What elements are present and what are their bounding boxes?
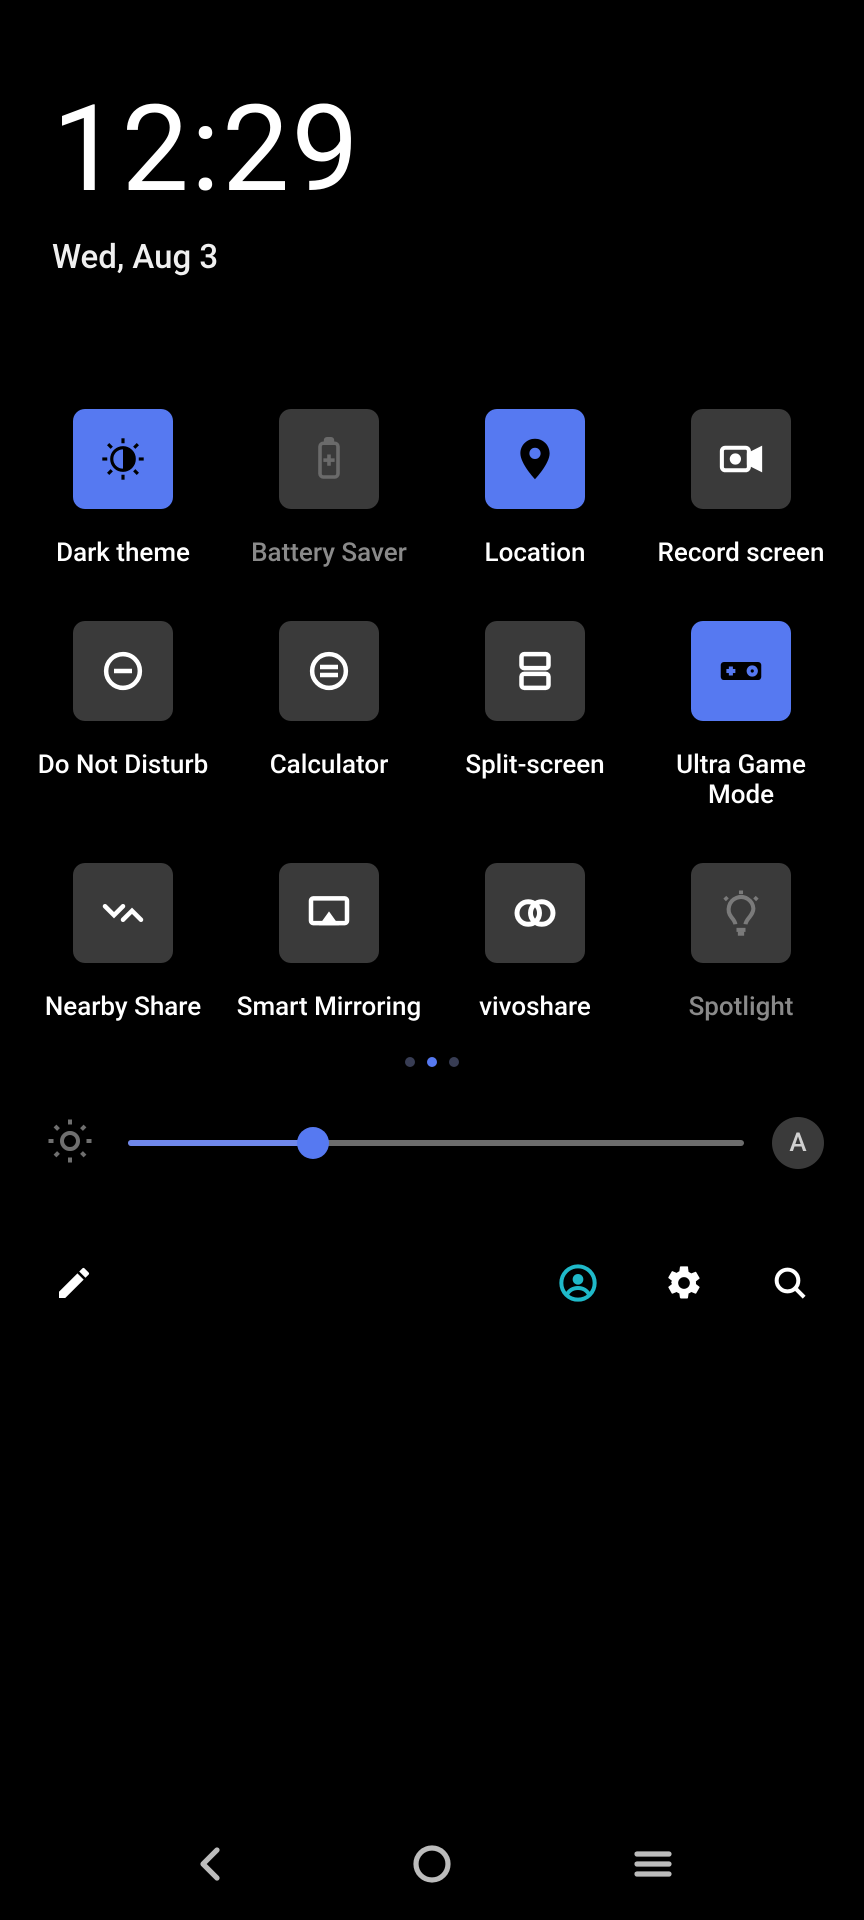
date-display: Wed, Aug 3 (52, 238, 864, 277)
nearby-share-icon (73, 863, 173, 963)
tile-location[interactable]: Location (432, 409, 638, 569)
cast-icon (279, 863, 379, 963)
page-dot[interactable] (405, 1057, 415, 1067)
tile-calculator[interactable]: Calculator (226, 621, 432, 811)
battery-icon (279, 409, 379, 509)
tile-label: Dark theme (56, 539, 190, 569)
tile-label: Ultra Game Mode (646, 751, 836, 811)
record-icon (691, 409, 791, 509)
tile-label: Spotlight (689, 993, 794, 1023)
nav-recent[interactable] (629, 1840, 677, 1892)
vivoshare-icon (485, 863, 585, 963)
page-dot[interactable] (449, 1057, 459, 1067)
tile-label: Split-screen (465, 751, 604, 781)
calculator-icon (279, 621, 379, 721)
location-pin-icon (485, 409, 585, 509)
tile-dark-theme[interactable]: Dark theme (20, 409, 226, 569)
tile-do-not-disturb[interactable]: Do Not Disturb (20, 621, 226, 811)
split-screen-icon (485, 621, 585, 721)
tile-label: vivoshare (479, 993, 591, 1023)
do-not-disturb-icon (73, 621, 173, 721)
quick-settings-panel: 12:29 Wed, Aug 3 Dark theme Battery Saver… (0, 0, 864, 1920)
contrast-icon (73, 409, 173, 509)
settings-button[interactable] (660, 1259, 708, 1307)
nav-bar (0, 1840, 864, 1892)
tile-label: Nearby Share (45, 993, 201, 1023)
tile-smart-mirroring[interactable]: Smart Mirroring (226, 863, 432, 1023)
brightness-slider[interactable] (128, 1140, 744, 1146)
auto-brightness-toggle[interactable]: A (772, 1117, 824, 1169)
tile-label: Location (485, 539, 586, 569)
brightness-row: A (0, 1111, 864, 1175)
tile-ultra-game-mode[interactable]: Ultra Game Mode (638, 621, 844, 811)
game-controller-icon (691, 621, 791, 721)
nav-back[interactable] (187, 1840, 235, 1892)
tile-label: Calculator (270, 751, 389, 781)
tile-nearby-share[interactable]: Nearby Share (20, 863, 226, 1023)
nav-home[interactable] (408, 1840, 456, 1892)
time-display: 12:29 (52, 90, 864, 210)
tile-spotlight[interactable]: Spotlight (638, 863, 844, 1023)
profile-button[interactable] (554, 1259, 602, 1307)
tile-record-screen[interactable]: Record screen (638, 409, 844, 569)
tile-label: Do Not Disturb (38, 751, 208, 781)
brightness-icon (40, 1111, 100, 1175)
page-dot[interactable] (427, 1057, 437, 1067)
tile-vivoshare[interactable]: vivoshare (432, 863, 638, 1023)
clock-header: 12:29 Wed, Aug 3 (0, 0, 864, 277)
lightbulb-icon (691, 863, 791, 963)
edit-button[interactable] (50, 1259, 98, 1307)
page-indicator (0, 1057, 864, 1067)
tile-label: Smart Mirroring (237, 993, 422, 1023)
tile-split-screen[interactable]: Split-screen (432, 621, 638, 811)
tiles-grid: Dark theme Battery Saver Location Record sc… (0, 409, 864, 1023)
search-button[interactable] (766, 1259, 814, 1307)
tile-battery-saver[interactable]: Battery Saver (226, 409, 432, 569)
tile-label: Record screen (658, 539, 825, 569)
actions-bar (0, 1259, 864, 1307)
tile-label: Battery Saver (251, 539, 407, 569)
